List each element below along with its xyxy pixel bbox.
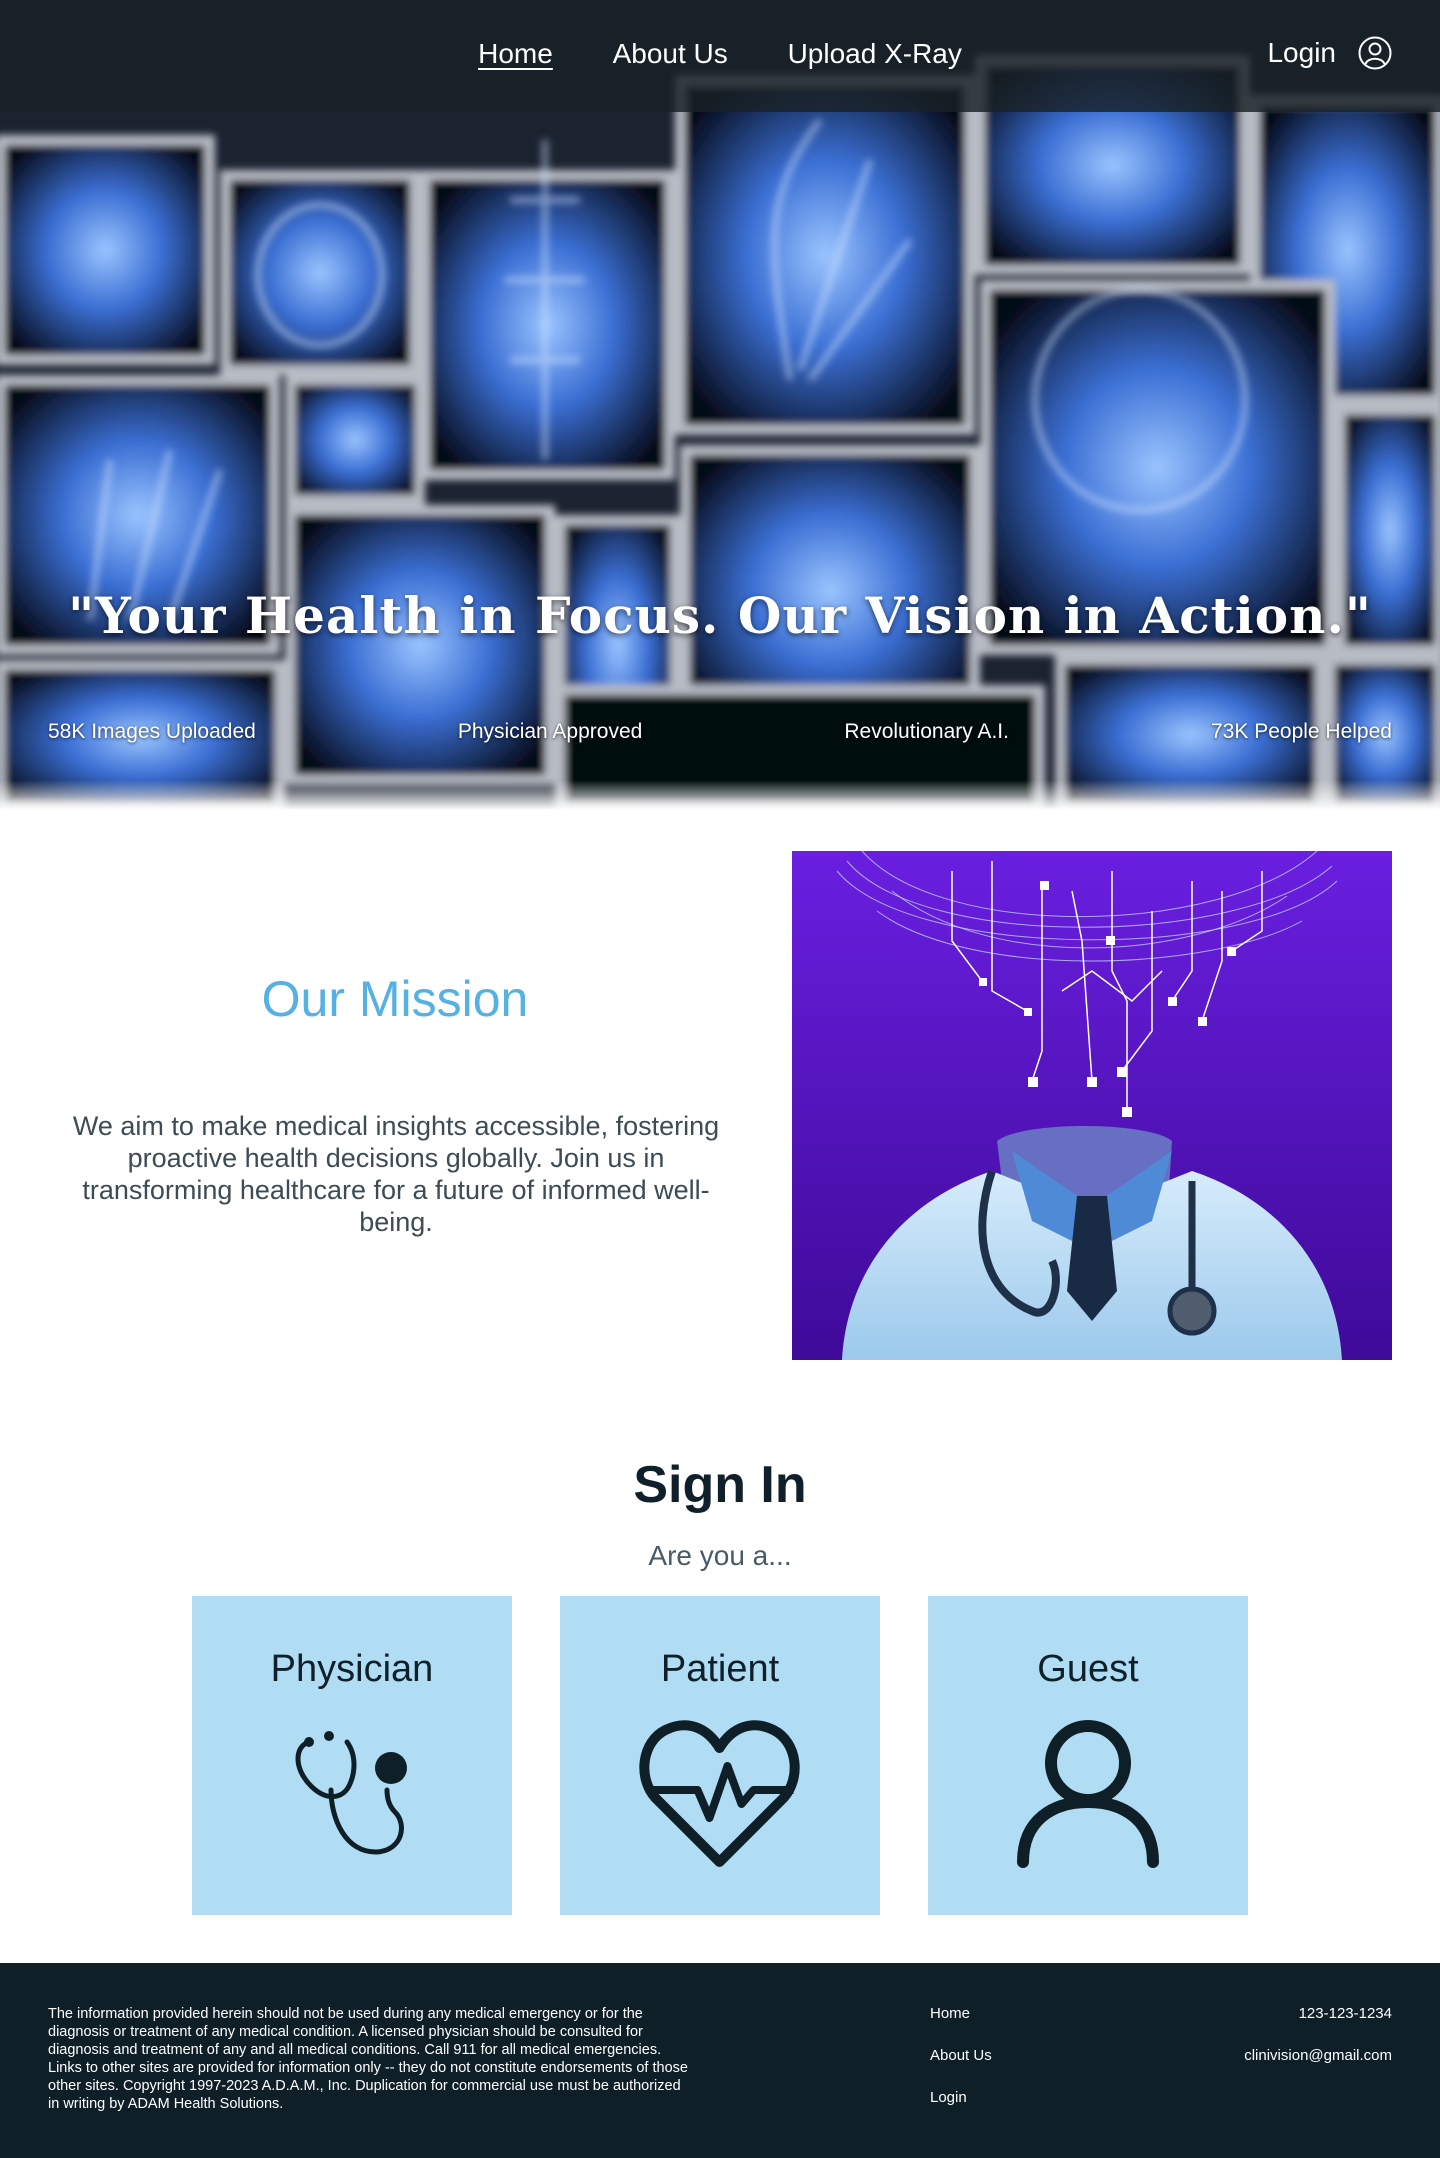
stat-images-uploaded: 58K Images Uploaded [48,720,256,743]
nav-link-home[interactable]: Home [478,38,553,70]
mission-body: We aim to make medical insights accessib… [72,1111,720,1237]
stethoscope-icon [295,1731,407,1855]
ai-doctor-illustration [792,851,1392,1360]
nav-link-about-us[interactable]: About Us [613,38,728,70]
login-button[interactable]: Login [1267,36,1392,70]
signin-subtitle: Are you a... [648,1540,792,1571]
hero-fade [0,780,1440,810]
footer-link-about-us[interactable]: About Us [930,2047,992,2089]
xray-collage-image [0,0,1440,810]
footer-phone: 123-123-1234 [1298,2005,1392,2022]
site-footer: The information provided herein should n… [0,1963,1440,2158]
login-label: Login [1267,37,1336,68]
mission-title: Our Mission [261,971,529,1027]
guest-label: Guest [1037,1648,1139,1690]
stat-people-helped: 73K People Helped [1211,720,1392,743]
user-circle-icon [1358,36,1392,70]
user-icon [1017,1720,1159,1868]
hero-section: Home About Us Upload X-Ray Login "Your H… [0,0,1440,810]
guest-card[interactable]: Guest [928,1596,1248,1915]
hero-stats: 58K Images Uploaded Physician Approved R… [48,720,1392,744]
signin-title: Sign In [633,1456,807,1514]
footer-links: Home About Us Login [930,2005,992,2131]
patient-card[interactable]: Patient [560,1596,880,1915]
stat-revolutionary-ai: Revolutionary A.I. [844,720,1009,743]
stat-physician-approved: Physician Approved [457,720,643,743]
nav-links: Home About Us Upload X-Ray [0,38,1440,70]
footer-link-login[interactable]: Login [930,2089,992,2131]
top-navbar: Home About Us Upload X-Ray Login [0,0,1440,112]
footer-disclaimer: The information provided herein should n… [48,2006,688,2112]
physician-label: Physician [270,1648,434,1690]
mission-heading-wrap: Our Mission [48,970,742,1028]
hero-tagline: "Your Health in Focus. Our Vision in Act… [68,586,1372,645]
heart-pulse-icon [639,1720,800,1867]
patient-label: Patient [660,1648,780,1690]
nav-link-upload-xray[interactable]: Upload X-Ray [788,38,962,70]
footer-link-home[interactable]: Home [930,2005,992,2047]
footer-email[interactable]: clinivision@gmail.com [1244,2047,1392,2089]
footer-contact: 123-123-1234 clinivision@gmail.com [1244,2005,1392,2089]
physician-card[interactable]: Physician [192,1596,512,1915]
ai-doctor-image [792,851,1392,1360]
